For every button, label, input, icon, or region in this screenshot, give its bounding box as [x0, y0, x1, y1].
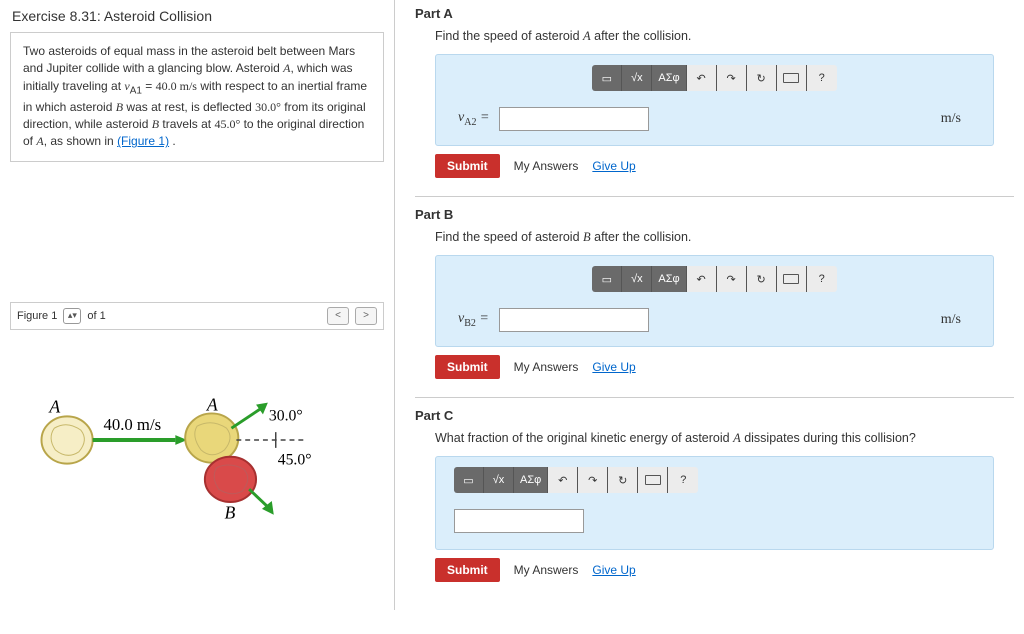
part-c-my-answers[interactable]: My Answers: [514, 563, 579, 577]
part-a-title: Part A: [415, 0, 1014, 25]
part-c-title: Part C: [415, 402, 1014, 427]
sqrt-icon[interactable]: √x: [622, 65, 652, 91]
part-a-toolbar: ▭ √x ΑΣφ ↶ ↷ ↻ ?: [448, 65, 981, 91]
redo-icon[interactable]: ↷: [717, 266, 747, 292]
figure-nav-bar: Figure 1 ▴▾ of 1 < >: [10, 302, 384, 330]
part-b-title: Part B: [415, 201, 1014, 226]
part-c-input[interactable]: [454, 509, 584, 533]
templates-icon[interactable]: ▭: [592, 266, 622, 292]
part-c-toolbar: ▭ √x ΑΣφ ↶ ↷ ↻ ?: [454, 467, 981, 493]
part-b-toolbar: ▭ √x ΑΣφ ↶ ↷ ↻ ?: [448, 266, 981, 292]
figure-next-button[interactable]: >: [355, 307, 377, 325]
part-b-unit: m/s: [941, 312, 971, 328]
part-c-submit-button[interactable]: Submit: [435, 558, 500, 582]
velocity-label: 40.0 m/s: [103, 415, 161, 434]
figure-spinner[interactable]: ▴▾: [63, 308, 81, 324]
part-a-give-up[interactable]: Give Up: [592, 159, 635, 173]
figure-of-label: of 1: [87, 310, 105, 322]
part-a-submit-button[interactable]: Submit: [435, 154, 500, 178]
right-column: Part A Find the speed of asteroid A afte…: [395, 0, 1024, 610]
sqrt-icon[interactable]: √x: [484, 467, 514, 493]
part-b-answer-panel: ▭ √x ΑΣφ ↶ ↷ ↻ ? vB2 = m/s: [435, 255, 994, 347]
problem-statement: Two asteroids of equal mass in the aster…: [10, 32, 384, 162]
help-icon[interactable]: ?: [807, 65, 837, 91]
reset-icon[interactable]: ↻: [608, 467, 638, 493]
label-A-right: A: [206, 394, 218, 414]
greek-letters-button[interactable]: ΑΣφ: [652, 266, 686, 292]
part-a-unit: m/s: [941, 111, 971, 127]
angle-b-label: 45.0°: [278, 451, 312, 468]
part-b-input[interactable]: [499, 308, 649, 332]
figure-label: Figure 1: [17, 310, 57, 322]
keyboard-icon[interactable]: [638, 467, 668, 493]
keyboard-icon[interactable]: [777, 65, 807, 91]
figure-link[interactable]: (Figure 1): [117, 134, 169, 148]
left-column: Exercise 8.31: Asteroid Collision Two as…: [0, 0, 395, 610]
sqrt-icon[interactable]: √x: [622, 266, 652, 292]
label-B: B: [225, 503, 236, 523]
keyboard-icon[interactable]: [777, 266, 807, 292]
part-a-answer-panel: ▭ √x ΑΣφ ↶ ↷ ↻ ? vA2 = m/s: [435, 54, 994, 146]
part-b-prompt: Find the speed of asteroid B after the c…: [415, 226, 1014, 255]
figure-diagram: A 40.0 m/s A 30.0° B: [10, 340, 384, 540]
exercise-title: Exercise 8.31: Asteroid Collision: [0, 0, 394, 32]
undo-icon[interactable]: ↶: [548, 467, 578, 493]
part-b-my-answers[interactable]: My Answers: [514, 360, 579, 374]
part-c-give-up[interactable]: Give Up: [592, 563, 635, 577]
part-a-my-answers[interactable]: My Answers: [514, 159, 579, 173]
undo-icon[interactable]: ↶: [687, 266, 717, 292]
templates-icon[interactable]: ▭: [592, 65, 622, 91]
part-b-give-up[interactable]: Give Up: [592, 360, 635, 374]
part-b-lhs: vB2 =: [458, 311, 489, 329]
label-A-left: A: [48, 396, 60, 416]
undo-icon[interactable]: ↶: [687, 65, 717, 91]
reset-icon[interactable]: ↻: [747, 266, 777, 292]
part-c-prompt: What fraction of the original kinetic en…: [415, 427, 1014, 456]
figure-prev-button[interactable]: <: [327, 307, 349, 325]
greek-letters-button[interactable]: ΑΣφ: [652, 65, 686, 91]
angle-a-label: 30.0°: [269, 407, 303, 424]
part-a-prompt: Find the speed of asteroid A after the c…: [415, 25, 1014, 54]
help-icon[interactable]: ?: [807, 266, 837, 292]
templates-icon[interactable]: ▭: [454, 467, 484, 493]
reset-icon[interactable]: ↻: [747, 65, 777, 91]
help-icon[interactable]: ?: [668, 467, 698, 493]
part-a-input[interactable]: [499, 107, 649, 131]
redo-icon[interactable]: ↷: [578, 467, 608, 493]
part-c-answer-panel: ▭ √x ΑΣφ ↶ ↷ ↻ ?: [435, 456, 994, 550]
redo-icon[interactable]: ↷: [717, 65, 747, 91]
part-b-submit-button[interactable]: Submit: [435, 355, 500, 379]
part-a-lhs: vA2 =: [458, 110, 489, 128]
greek-letters-button[interactable]: ΑΣφ: [514, 467, 548, 493]
